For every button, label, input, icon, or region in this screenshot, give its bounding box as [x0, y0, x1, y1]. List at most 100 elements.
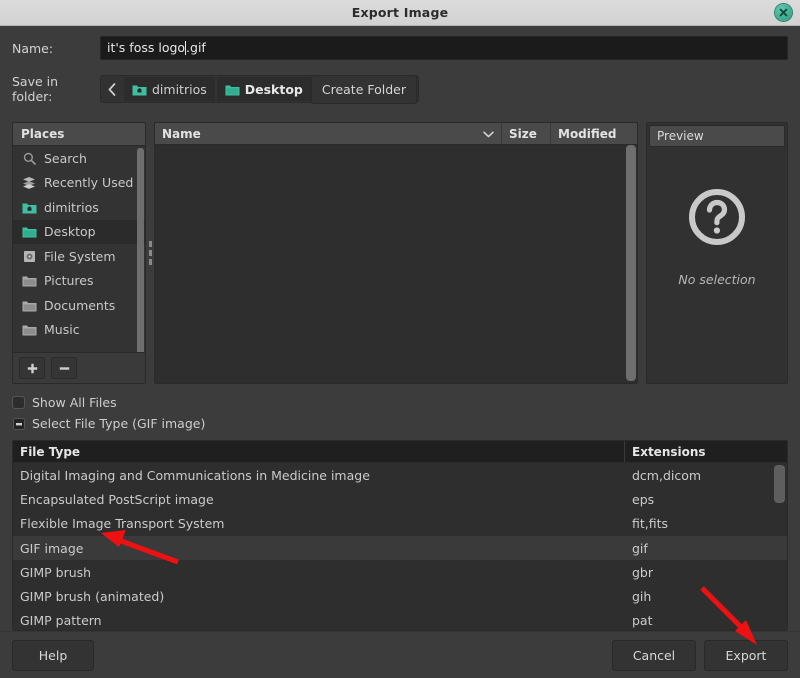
plus-icon[interactable] — [19, 357, 45, 379]
home-folder-icon — [21, 201, 37, 214]
column-header-modified[interactable]: Modified — [551, 123, 637, 144]
chevron-left-icon[interactable] — [102, 77, 122, 101]
sidebar-item-label: File System — [44, 249, 116, 264]
file-list-header: Name Size Modified — [155, 123, 637, 145]
breadcrumb: dimitrios Desktop Create Folder — [100, 75, 419, 103]
file-list-body[interactable] — [155, 145, 637, 383]
file-list-scrollbar[interactable] — [626, 145, 636, 381]
pane-splitter[interactable] — [146, 122, 154, 384]
sidebar-item-label: Documents — [44, 298, 115, 313]
file-type-extensions: fit,fits — [625, 516, 787, 531]
places-list: Search Recently Used — [13, 146, 145, 352]
file-type-extensions: eps — [625, 492, 787, 507]
export-image-dialog: Name: it's foss logo.gif Save in folder: — [0, 26, 800, 678]
splitter-handle-icon — [149, 241, 152, 265]
file-type-table: File Type Extensions Digital Imaging and… — [12, 440, 788, 631]
close-icon[interactable] — [775, 4, 792, 21]
breadcrumb-item-desktop[interactable]: Desktop — [217, 77, 311, 101]
file-type-name: Encapsulated PostScript image — [13, 492, 625, 507]
sidebar-item-music[interactable]: Music — [13, 318, 145, 343]
form-area: Name: it's foss logo.gif Save in folder: — [0, 26, 800, 122]
file-type-name: Digital Imaging and Communications in Me… — [13, 468, 625, 483]
sidebar-item-label: Search — [44, 151, 87, 166]
expander-icon — [12, 417, 25, 430]
chevron-down-icon — [483, 127, 494, 141]
column-header-extensions[interactable]: Extensions — [625, 441, 787, 462]
table-row[interactable]: GIMP pattern pat — [13, 609, 787, 630]
folder-icon — [225, 83, 240, 96]
table-row[interactable]: GIMP brush gbr — [13, 560, 787, 584]
sidebar-item-pictures[interactable]: Pictures — [13, 269, 145, 294]
options-area: Show All Files Select File Type (GIF ima… — [0, 384, 800, 436]
sidebar-item-label: Pictures — [44, 273, 94, 288]
sidebar-item-search[interactable]: Search — [13, 146, 145, 171]
select-file-type-label: Select File Type (GIF image) — [32, 416, 205, 431]
table-row[interactable]: Digital Imaging and Communications in Me… — [13, 463, 787, 487]
folder-icon — [21, 274, 37, 287]
filename-text-before-caret: it's foss logo — [107, 37, 185, 59]
help-button[interactable]: Help — [12, 640, 94, 671]
file-type-name: GIMP brush (animated) — [13, 589, 625, 604]
select-file-type-expander[interactable]: Select File Type (GIF image) — [12, 413, 788, 434]
filename-text-after-caret: .gif — [186, 37, 206, 59]
file-type-extensions: gbr — [625, 565, 787, 580]
home-folder-icon — [132, 83, 147, 96]
file-list: Name Size Modified — [154, 122, 638, 384]
breadcrumb-item-dimitrios[interactable]: dimitrios — [124, 77, 215, 101]
file-type-name: GIMP brush — [13, 565, 625, 580]
export-button[interactable]: Export — [704, 640, 788, 671]
file-type-extensions: dcm,dicom — [625, 468, 787, 483]
drive-icon — [21, 250, 37, 263]
minus-icon[interactable] — [51, 357, 77, 379]
question-mark-icon — [687, 187, 747, 250]
places-header: Places — [13, 123, 145, 146]
sidebar-item-label: dimitrios — [44, 200, 99, 215]
show-all-files-label: Show All Files — [32, 395, 117, 410]
table-row[interactable]: Flexible Image Transport System fit,fits — [13, 512, 787, 536]
save-in-folder-label: Save in folder: — [12, 74, 100, 104]
filename-input[interactable]: it's foss logo.gif — [100, 36, 788, 60]
folder-icon — [21, 323, 37, 336]
folder-icon — [21, 299, 37, 312]
sidebar-item-recently-used[interactable]: Recently Used — [13, 171, 145, 196]
preview-header: Preview — [649, 125, 785, 147]
search-icon — [21, 152, 37, 165]
breadcrumb-label: Desktop — [245, 82, 303, 97]
sidebar-item-label: Recently Used — [44, 175, 133, 190]
cancel-button[interactable]: Cancel — [612, 640, 696, 671]
sidebar-item-file-system[interactable]: File System — [13, 244, 145, 269]
create-folder-button[interactable]: Create Folder — [311, 75, 417, 104]
name-row: Name: it's foss logo.gif — [12, 36, 788, 60]
table-row[interactable]: GIMP brush (animated) gih — [13, 584, 787, 608]
sidebar-item-label: Music — [44, 322, 80, 337]
sidebar-item-dimitrios[interactable]: dimitrios — [13, 195, 145, 220]
file-type-name: Flexible Image Transport System — [13, 516, 625, 531]
column-header-name[interactable]: Name — [155, 123, 502, 144]
desktop-folder-icon — [21, 225, 37, 238]
file-type-extensions: pat — [625, 613, 787, 628]
file-type-name: GIMP pattern — [13, 613, 625, 628]
titlebar: Export Image — [0, 0, 800, 26]
name-label: Name: — [12, 41, 100, 56]
file-type-extensions: gif — [625, 541, 787, 556]
file-type-rows: Digital Imaging and Communications in Me… — [13, 463, 787, 630]
sidebar-item-desktop[interactable]: Desktop — [13, 220, 145, 245]
preview-status: No selection — [678, 272, 755, 287]
table-row-gif-image[interactable]: GIF image gif — [13, 536, 787, 560]
table-row[interactable]: Encapsulated PostScript image eps — [13, 487, 787, 511]
breadcrumb-label: dimitrios — [152, 82, 207, 97]
save-folder-row: Save in folder: dimitrios — [12, 74, 788, 104]
column-header-size[interactable]: Size — [502, 123, 551, 144]
file-type-scrollbar[interactable] — [774, 465, 785, 503]
dialog-button-bar: Help Cancel Export — [0, 631, 800, 678]
sidebar-item-documents[interactable]: Documents — [13, 293, 145, 318]
window-title: Export Image — [352, 5, 449, 20]
file-type-header: File Type Extensions — [13, 441, 787, 463]
column-header-file-type[interactable]: File Type — [13, 441, 625, 462]
places-scrollbar[interactable] — [137, 148, 144, 352]
show-all-files-checkbox[interactable]: Show All Files — [12, 392, 788, 413]
browser-panes: Places Search — [0, 122, 800, 384]
places-sidebar: Places Search — [12, 122, 146, 384]
preview-body: No selection — [647, 149, 787, 383]
sidebar-item-label: Desktop — [44, 224, 96, 239]
